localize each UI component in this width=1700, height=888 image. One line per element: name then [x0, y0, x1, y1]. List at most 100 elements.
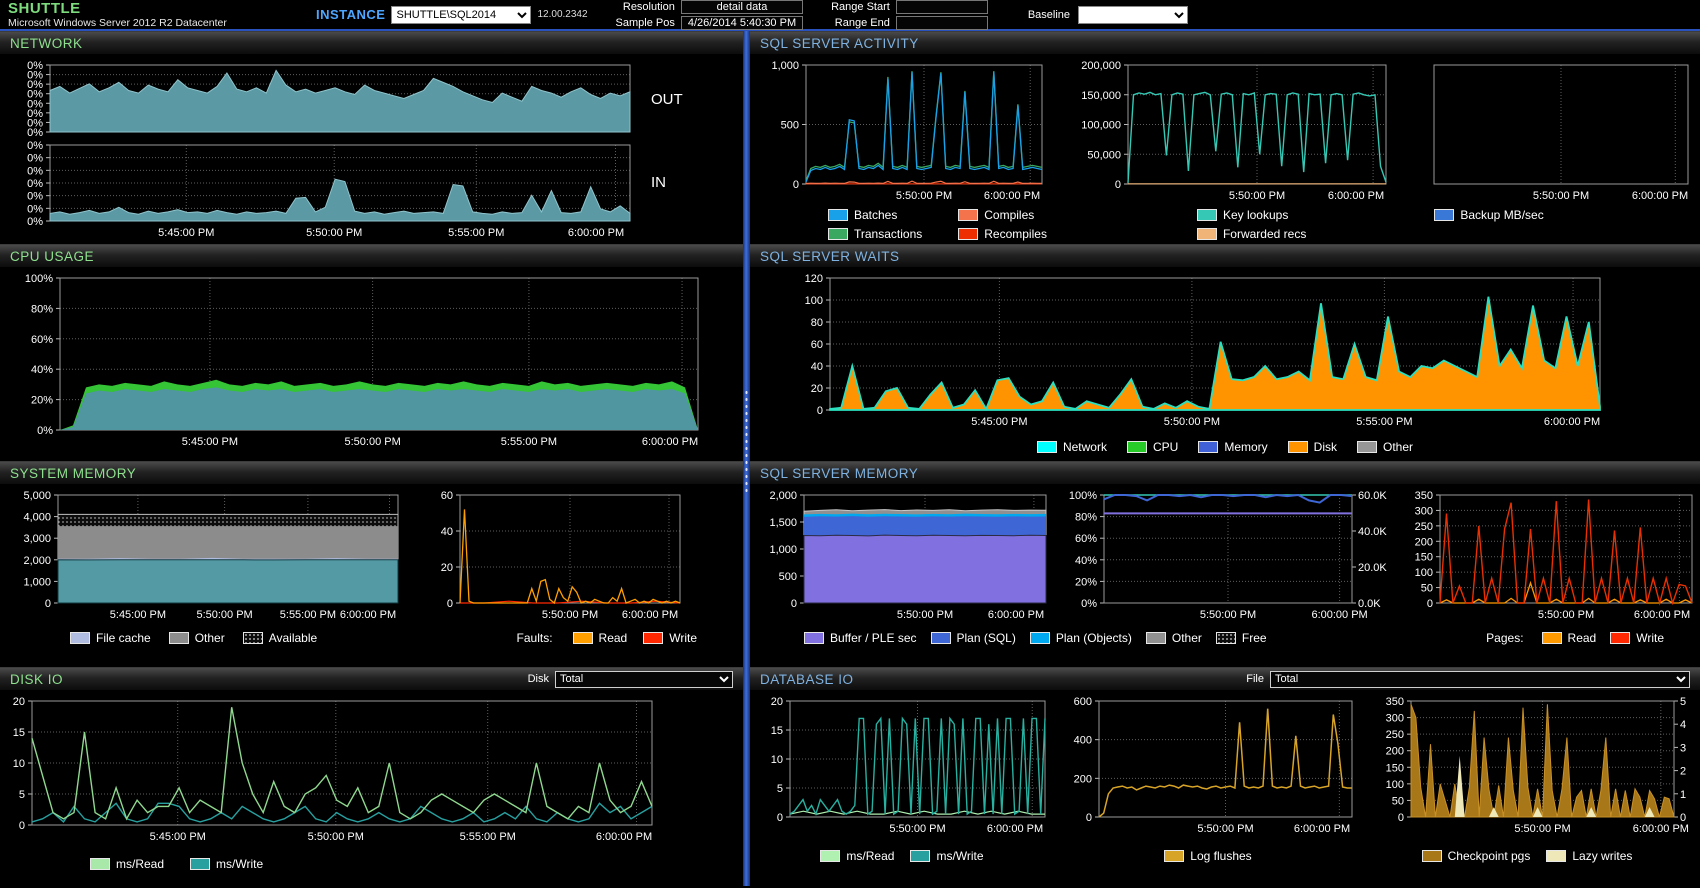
legend-item: Transactions: [828, 227, 922, 241]
legend-swatch: [1029, 632, 1050, 644]
panel-title-diskio: DISK IO: [10, 671, 64, 687]
svg-text:5:45:00 PM: 5:45:00 PM: [182, 436, 238, 448]
svg-text:50: 50: [1421, 583, 1433, 595]
disk-select-label: Disk: [527, 673, 549, 685]
legend-label: File cache: [96, 631, 151, 645]
dbio3-legend: Checkpoint pgs Lazy writes: [1362, 849, 1692, 863]
svg-text:6:00:00 PM: 6:00:00 PM: [1544, 416, 1600, 428]
rangeend-input[interactable]: [895, 15, 988, 30]
svg-text:5:55:00 PM: 5:55:00 PM: [460, 831, 516, 843]
instance-select[interactable]: SHUTTLE\SQL2014: [391, 5, 532, 24]
svg-text:40%: 40%: [1075, 555, 1097, 567]
legend-label: Checkpoint pgs: [1447, 849, 1531, 863]
legend-label: Lazy writes: [1572, 849, 1633, 863]
svg-text:0%: 0%: [27, 191, 43, 203]
backup-chart[interactable]: 5:50:00 PM 6:00:00 PM: [1414, 59, 1698, 204]
pages-chart[interactable]: 0 50 100 150 200 250 300 350 5:50:00 PM 6:00:00 P…: [1400, 489, 1700, 623]
svg-text:500: 500: [781, 120, 799, 132]
legend-swatch: [1546, 850, 1567, 862]
svg-text:20%: 20%: [1075, 576, 1097, 588]
svg-text:300: 300: [1415, 505, 1433, 517]
svg-text:300: 300: [1385, 713, 1403, 725]
file-select[interactable]: Total: [1270, 670, 1690, 688]
panel-cpu: CPU USAGE 0% 20% 40% 60% 80% 100% 5:45:00 PM 5:…: [0, 244, 743, 461]
splitter-grip[interactable]: [744, 389, 749, 493]
buffer-hit-chart[interactable]: 0% 20% 40% 60% 80% 100% 0.0K 20.0K 40.0K 60.0K 5:5…: [1058, 489, 1396, 623]
svg-text:1: 1: [1680, 789, 1686, 801]
disk-io-chart[interactable]: 0 5 10 15 20 5:45:00 PM 5:50:00 PM 5:55:00 PM 6:…: [2, 695, 662, 845]
legend-label: ms/Write: [216, 857, 264, 871]
legend-item: Free: [1215, 631, 1267, 645]
baseline-label: Baseline: [1027, 8, 1071, 21]
legend-label: Batches: [854, 208, 898, 222]
batches-transactions-chart[interactable]: 0 500 1,000 5:50:00 PM 6:00:00 PM: [758, 59, 1050, 204]
svg-text:50: 50: [1391, 795, 1403, 807]
system-memory-chart[interactable]: 0 1,000 2,000 3,000 4,000 5,000 5:45:00 PM 5:50…: [6, 489, 406, 623]
svg-text:6:00:00 PM: 6:00:00 PM: [1294, 823, 1350, 835]
legend-label: ms/Read: [846, 849, 895, 863]
legend-item: ms/Write: [190, 857, 263, 871]
legend-swatch: [1287, 441, 1308, 453]
sql-waits-chart[interactable]: 0 20 40 60 80 100 120 5:45:00 PM 5:50:00 PM 5:55:…: [790, 272, 1610, 430]
svg-text:60: 60: [441, 490, 453, 502]
disk-select[interactable]: Total: [555, 670, 733, 688]
svg-text:5:50:00 PM: 5:50:00 PM: [1533, 190, 1589, 202]
svg-text:5:50:00 PM: 5:50:00 PM: [308, 831, 364, 843]
network-in-chart[interactable]: 0% 0% 0% 0% 0% 0% 0% 5:45:00 PM 5:50:00 PM 5:55:0…: [0, 139, 634, 241]
legend-swatch: [1434, 209, 1455, 221]
legend-label: ms/Read: [116, 857, 165, 871]
legend-label: Other: [194, 631, 225, 645]
resolution-value: detail data: [680, 0, 804, 14]
legend-label: Forwarded recs: [1222, 227, 1307, 241]
legend-swatch: [168, 632, 189, 644]
rangeend-label: Range End: [834, 16, 890, 29]
host-name: SHUTTLE: [8, 0, 81, 17]
activity-legend-1: Batches Transactions: [828, 208, 922, 241]
baseline-select[interactable]: [1078, 5, 1189, 24]
legend-label: Buffer / PLE sec: [830, 631, 917, 645]
svg-text:150: 150: [1415, 552, 1433, 564]
svg-text:0%: 0%: [27, 216, 43, 228]
legend-swatch: [70, 632, 90, 644]
legend-swatch: [1541, 632, 1562, 644]
legend-swatch: [1196, 228, 1217, 240]
legend-item: Read: [572, 631, 627, 645]
svg-text:5,000: 5,000: [23, 490, 51, 502]
legend-item: Plan (SQL): [930, 631, 1016, 645]
sql-memory-chart[interactable]: 0 500 1,000 1,500 2,000 5:50:00 PM 6:00:00 PM: [754, 489, 1054, 623]
network-out-chart[interactable]: 0% 0% 0% 0% 0% 0% 0% 0%: [0, 59, 634, 139]
splitter[interactable]: [743, 31, 750, 886]
panel-dbio: DATABASE IO File Total 0 5 10 15 20 5:50:00 P…: [750, 667, 1700, 886]
svg-text:5:45:00 PM: 5:45:00 PM: [158, 227, 214, 239]
memory-faults-chart[interactable]: 0 20 40 60 5:50:00 PM 6:00:00 PM: [426, 489, 688, 623]
svg-text:100: 100: [1415, 567, 1433, 579]
legend-swatch: [572, 632, 593, 644]
log-flushes-chart[interactable]: 0 200 400 600 5:50:00 PM 6:00:00 PM: [1063, 695, 1360, 837]
checkpoint-chart[interactable]: 0 50 100 150 200 250 300 350 0 1 2 3 4 5 5:50:00 PM 6:0…: [1371, 695, 1700, 837]
key-lookups-chart[interactable]: 0 50,000 100,000 150,000 200,000 5:50:00 PM 6:…: [1064, 59, 1394, 204]
legend-item: Lazy writes: [1546, 849, 1632, 863]
diskio-legend: ms/Read ms/Write: [0, 857, 743, 871]
legend-item: Forwarded recs: [1196, 227, 1307, 241]
legend-item: Compiles: [958, 208, 1047, 222]
legend-item: Available: [242, 631, 317, 645]
file-select-label: File: [1246, 673, 1264, 685]
svg-text:0%: 0%: [37, 425, 53, 437]
waits-legend: Network CPU Memory Disk Other: [750, 440, 1700, 454]
db-latency-chart[interactable]: 0 5 10 15 20 5:50:00 PM 6:00:00 PM: [754, 695, 1053, 837]
panel-title-network: NETWORK: [10, 35, 83, 51]
legend-label: Compiles: [984, 208, 1035, 222]
cpu-usage-chart[interactable]: 0% 20% 40% 60% 80% 100% 5:45:00 PM 5:50:00 PM 5:…: [8, 272, 708, 450]
svg-text:6:00:00 PM: 6:00:00 PM: [1328, 190, 1384, 202]
network-out-label: OUT: [651, 90, 683, 108]
activity-legend-2: Compiles Recompiles: [958, 208, 1047, 241]
rangestart-input[interactable]: [895, 0, 988, 14]
svg-text:200: 200: [1074, 773, 1092, 785]
svg-text:2: 2: [1680, 766, 1686, 778]
svg-text:60%: 60%: [31, 334, 53, 346]
host-os: Microsoft Windows Server 2012 R2 Datacen…: [8, 17, 227, 29]
svg-text:3: 3: [1680, 742, 1686, 754]
legend-swatch: [190, 858, 211, 870]
legend-label: Other: [1383, 440, 1414, 454]
svg-text:200: 200: [1415, 536, 1433, 548]
